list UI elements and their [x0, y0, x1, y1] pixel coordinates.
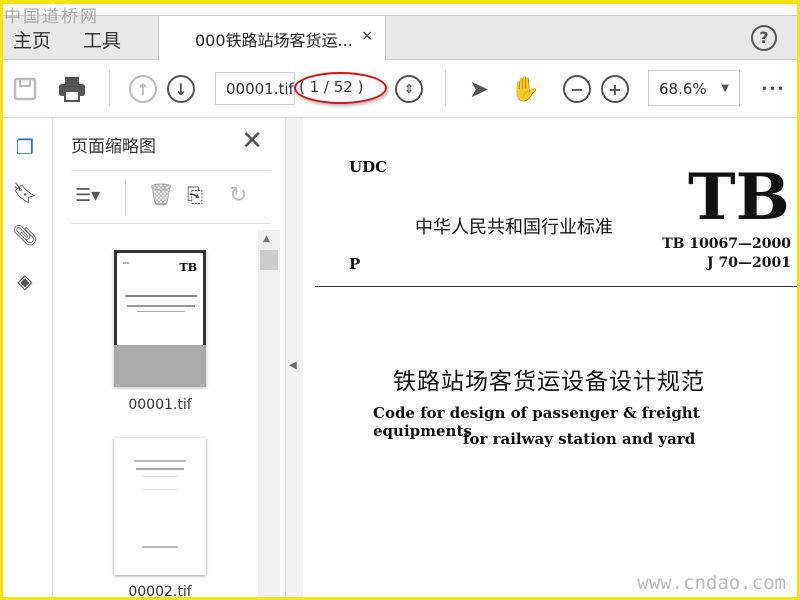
- thumbnail-page-2[interactable]: [114, 438, 206, 575]
- zoom-search-icon[interactable]: ⇕: [395, 75, 423, 103]
- page-number-input[interactable]: 00001.tif: [215, 72, 295, 105]
- tab-tools[interactable]: 工具: [83, 26, 121, 53]
- panel-title: 页面缩略图: [71, 137, 156, 157]
- left-rail: ❐ 🔖︎ 📎︎ ◈: [3, 118, 53, 597]
- bookmark-icon[interactable]: 🔖︎: [12, 180, 38, 206]
- divider: [445, 70, 446, 106]
- zoom-value: 68.6%: [659, 80, 707, 98]
- zoom-out-icon[interactable]: −: [563, 75, 591, 103]
- zoom-select[interactable]: 68.6% ▼: [648, 70, 740, 106]
- scrollbar[interactable]: ▲: [258, 230, 280, 597]
- p-label: P: [349, 255, 361, 273]
- tb-logo: TB: [688, 160, 790, 235]
- document-tab-title: 000铁路站场客货运...: [195, 31, 353, 50]
- thumbnail-options-icon[interactable]: ☰▾: [75, 185, 100, 206]
- standard-code-1: TB 10067—2000: [662, 236, 791, 252]
- panel-splitter[interactable]: ◀: [285, 118, 303, 597]
- scroll-up-icon[interactable]: ▲: [263, 234, 270, 244]
- select-arrow-icon[interactable]: ➤: [465, 75, 493, 103]
- collapse-panel-icon[interactable]: ◀: [289, 360, 297, 371]
- zoom-in-icon[interactable]: +: [601, 75, 629, 103]
- standard-code-2: J 70—2001: [707, 255, 791, 271]
- document-view: UDC 中华人民共和国行业标准 TB TB 10067—2000 J 70—20…: [303, 118, 797, 597]
- hand-tool-icon[interactable]: ✋: [510, 75, 540, 103]
- print-icon[interactable]: [58, 75, 86, 103]
- save-icon[interactable]: [11, 75, 39, 103]
- divider: [109, 70, 110, 106]
- page-thumbnails-icon[interactable]: ❐: [12, 134, 38, 160]
- tab-document[interactable]: 000铁路站场客货运... ×: [158, 16, 386, 60]
- thumbnail-page-1-footer: [114, 345, 206, 387]
- red-highlight-oval: [294, 72, 387, 104]
- previous-page-icon[interactable]: ↑: [129, 75, 157, 103]
- tab-home[interactable]: 主页: [13, 26, 51, 53]
- toolbar: ↑ ↓ 00001.tif ( 1 / 52 ) ⇕ ➤ ✋ − + 68.6%…: [3, 60, 797, 118]
- more-icon[interactable]: •••: [759, 75, 787, 103]
- thumbnail-label: 00002.tif: [128, 584, 192, 600]
- delete-icon[interactable]: 🗑︎: [147, 183, 175, 208]
- thumbnail-panel: 页面缩略图 ✕ ☰▾ 🗑︎ ⎘ ↻ ▲ UDC TB 00001.tif 000…: [53, 118, 285, 600]
- rotate-icon[interactable]: ↻: [229, 183, 247, 208]
- watermark-logo: 中国道桥网: [4, 7, 99, 27]
- chevron-down-icon: ▼: [721, 83, 729, 94]
- extract-pages-icon[interactable]: ⎘: [187, 183, 203, 207]
- next-page-icon[interactable]: ↓: [167, 75, 195, 103]
- scrollbar-thumb[interactable]: [260, 250, 278, 270]
- udc-label: UDC: [349, 158, 388, 176]
- attachment-icon[interactable]: 📎︎: [12, 222, 38, 248]
- title-english-line2: for railway station and yard: [463, 430, 696, 448]
- close-panel-icon[interactable]: ✕: [241, 126, 263, 156]
- watermark-url: www.cndao.com: [637, 572, 786, 594]
- layers-icon[interactable]: ◈: [12, 268, 38, 294]
- tab-bar: 主页 工具 000铁路站场客货运... × ?: [3, 15, 797, 60]
- title-chinese: 铁路站场客货运设备设计规范: [393, 369, 705, 395]
- close-tab-icon[interactable]: ×: [361, 28, 373, 44]
- standard-category: 中华人民共和国行业标准: [415, 217, 613, 238]
- divider: [125, 179, 126, 215]
- help-icon[interactable]: ?: [751, 25, 777, 51]
- panel-toolbar: ☰▾ 🗑︎ ⎘ ↻: [71, 170, 271, 224]
- thumbnail-label: 00001.tif: [128, 397, 192, 413]
- divider-line: [315, 286, 797, 287]
